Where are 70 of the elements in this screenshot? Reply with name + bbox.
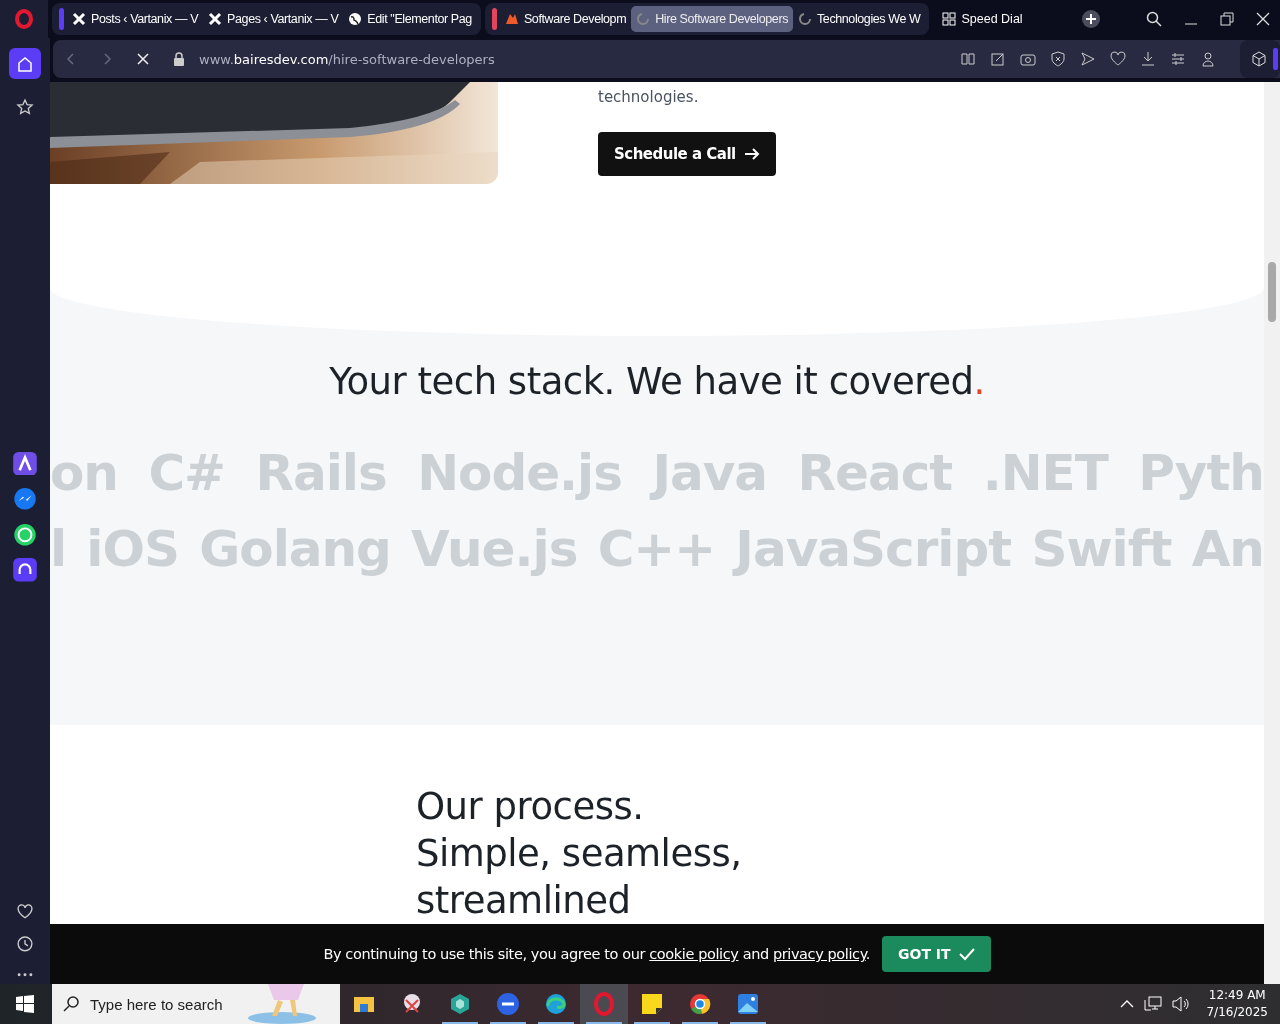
chat-bubble-icon[interactable]: [13, 522, 37, 547]
accent-period: .: [973, 360, 985, 403]
cookie-policy-link[interactable]: cookie policy: [649, 946, 739, 962]
browser-tab[interactable]: Posts ‹ Vartanix — V: [67, 6, 204, 32]
flame-logo-icon: [504, 12, 519, 26]
camera-icon[interactable]: [1020, 51, 1036, 67]
hexagon-app-icon: [448, 992, 472, 1016]
heart-icon[interactable]: [1110, 51, 1126, 67]
book-icon[interactable]: [960, 51, 976, 67]
globe-icon: [348, 12, 363, 26]
star-icon: [16, 98, 34, 117]
restore-icon[interactable]: [1220, 12, 1234, 26]
got-it-button[interactable]: GOT IT: [882, 936, 991, 972]
tab-group-marker[interactable]: [59, 8, 64, 30]
network-icon[interactable]: [1144, 996, 1163, 1012]
edit-icon[interactable]: [990, 51, 1006, 67]
check-icon: [958, 947, 975, 961]
privacy-policy-link[interactable]: privacy policy: [772, 946, 866, 962]
settings-icon[interactable]: [1170, 51, 1186, 67]
heart-icon[interactable]: [16, 902, 34, 921]
home-button[interactable]: [9, 48, 41, 80]
section-heading: streamlined: [416, 878, 632, 924]
loading-spinner-icon: [636, 12, 651, 26]
browser-tab[interactable]: Software Developm: [499, 6, 632, 32]
opera-logo-icon[interactable]: [14, 9, 34, 29]
grid-icon: [942, 12, 957, 26]
loading-spinner-icon: [798, 12, 812, 26]
dancer-illustration-drawing: [246, 984, 316, 1024]
sticky-note-icon: [640, 992, 664, 1016]
send-icon[interactable]: [1080, 51, 1096, 67]
extension-indicator: [1273, 48, 1278, 70]
headphones-icon[interactable]: [13, 558, 37, 582]
download-icon[interactable]: [1140, 51, 1156, 67]
new-tab-icon[interactable]: [1081, 10, 1100, 28]
stop-icon[interactable]: [137, 53, 149, 65]
cube-icon[interactable]: [1251, 51, 1267, 67]
home-icon: [16, 54, 34, 73]
history-icon[interactable]: [16, 934, 34, 953]
browser-tab[interactable]: Technologies We W: [793, 6, 926, 32]
browser-tab[interactable]: Hire Software Developers: [631, 6, 793, 32]
shield-icon[interactable]: [1050, 51, 1066, 67]
clock-date[interactable]: 7/16/2025: [1206, 1004, 1268, 1021]
browser-tab[interactable]: Edit "Elementor Pag: [343, 6, 477, 32]
arrow-right-icon: [743, 147, 760, 161]
cross-logo-icon: [72, 12, 86, 26]
scrollbar[interactable]: [1264, 82, 1280, 984]
tab-group-marker[interactable]: [491, 8, 497, 30]
section-heading: Simple, seamless,: [416, 831, 743, 877]
section-heading: Your tech stack. We have it covered: [329, 360, 974, 403]
volume-icon[interactable]: [1172, 996, 1191, 1012]
lock-icon: [173, 52, 185, 66]
browser-tab[interactable]: Pages ‹ Vartanix — V: [203, 6, 344, 32]
search-icon: [62, 995, 80, 1013]
photos-app-icon: [736, 992, 760, 1016]
chevron-up-icon[interactable]: [1120, 999, 1135, 1009]
forward-icon[interactable]: [101, 53, 113, 65]
url-field[interactable]: www.bairesdev.com/hire-software-developers: [199, 51, 495, 67]
speed-dial-tab[interactable]: Speed Dial: [937, 6, 1028, 32]
back-icon[interactable]: [65, 53, 77, 65]
close-icon[interactable]: [1256, 12, 1270, 26]
cross-logo-icon: [208, 12, 223, 26]
windows-start-icon[interactable]: [16, 995, 34, 1013]
search-icon[interactable]: [1146, 11, 1162, 27]
cookie-notice: By continuing to use this site, you agree to our cookie policy and privacy policy.: [323, 946, 870, 962]
profile-icon[interactable]: [1200, 51, 1216, 67]
intro-text: technologies.: [598, 88, 699, 106]
schedule-call-button[interactable]: Schedule a Call: [598, 132, 776, 176]
search-field[interactable]: Type here to search: [90, 995, 230, 1013]
section-heading: Our process.: [416, 784, 645, 830]
clock-time[interactable]: 12:49 AM: [1208, 987, 1266, 1004]
